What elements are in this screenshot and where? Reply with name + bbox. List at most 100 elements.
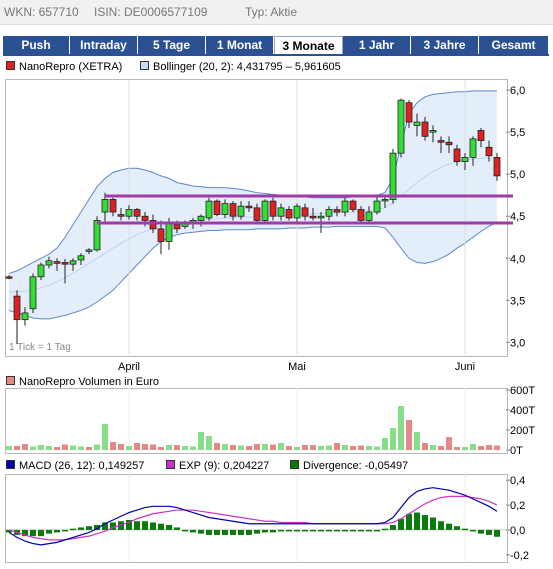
candle-body [469, 138, 477, 158]
x-axis-label: Juni [455, 361, 475, 373]
divergence-bar [166, 524, 172, 530]
divergence-bar [54, 529, 60, 533]
divergence-bar [86, 526, 92, 530]
divergence-bar [182, 529, 188, 532]
candle-body [141, 215, 149, 221]
candle-body [21, 312, 29, 321]
candle-body [357, 209, 365, 221]
volume-bar [254, 444, 260, 450]
volume-bar [262, 444, 268, 450]
divergence-bar [366, 529, 372, 532]
volume-bar [430, 445, 436, 450]
candle-body [5, 276, 13, 279]
candle-body [117, 214, 125, 217]
volume-bar [342, 445, 348, 450]
divergence-bar [198, 529, 204, 534]
y-axis-label: 5,5 [510, 127, 525, 139]
chart-canvas: April Mai Juni 3,0 3,5 4,0 4,5 5,0 5,5 6,0 0T 200T 4… [5, 80, 535, 562]
divergence-bar [406, 513, 412, 530]
candle-body [237, 205, 245, 217]
divergence-bar [78, 527, 84, 530]
candle-body [85, 249, 93, 252]
candle-body [429, 130, 437, 133]
divergence-bar [246, 529, 252, 535]
volume-bar [358, 445, 364, 450]
candle-body [37, 264, 45, 278]
candle-body [61, 262, 69, 265]
volume-bar [6, 446, 12, 450]
volume-bar [398, 406, 404, 450]
divergence-bar [254, 529, 260, 534]
divergence-bar [350, 529, 356, 532]
candle-body [285, 209, 293, 219]
candle-body [381, 199, 389, 202]
volume-bar [318, 446, 324, 450]
volume-bar [198, 432, 204, 450]
candle-body [29, 276, 37, 310]
candle-body [333, 209, 341, 213]
volume-bar [70, 445, 76, 450]
volume-bar [206, 436, 212, 450]
candle-body [213, 200, 221, 215]
candle-body [405, 102, 413, 123]
volume-bar [134, 443, 140, 450]
volume-bar [214, 443, 220, 450]
y-axis-label: 4,0 [510, 253, 525, 265]
volume-bar [182, 446, 188, 450]
x-axis-label: Mai [288, 361, 306, 373]
volume-bar [118, 444, 124, 450]
volume-bar [278, 443, 284, 450]
divergence-bar [414, 512, 420, 530]
divergence-bar [430, 517, 436, 530]
candle-body [373, 200, 381, 213]
volume-bar [302, 445, 308, 450]
volume-bar [390, 428, 396, 450]
volume-bar [166, 445, 172, 450]
candle-body [317, 215, 325, 219]
divergence-bar [222, 529, 228, 535]
candle-body [221, 203, 229, 215]
volume-bar [102, 424, 108, 450]
divergence-bar [262, 529, 268, 533]
divergence-bar [270, 529, 276, 533]
y-axis-label: 5,0 [510, 169, 525, 181]
candle-body [309, 215, 317, 219]
divergence-bar [382, 528, 388, 531]
y-axis-label: 4,5 [510, 211, 525, 223]
divergence-bar [342, 529, 348, 532]
divergence-bar [286, 529, 292, 532]
volume-bar [494, 445, 500, 450]
candle-body [13, 295, 21, 321]
candle-body [461, 156, 469, 162]
candle-body [125, 209, 133, 217]
candle-body [165, 222, 173, 242]
divergence-bar [278, 529, 284, 532]
candle-body [325, 209, 333, 217]
candle-body [109, 199, 117, 213]
candle-body [365, 211, 373, 221]
divergence-bar [374, 529, 380, 532]
volume-bar [294, 447, 300, 450]
divergence-bar [470, 529, 476, 532]
volume-bar [174, 445, 180, 450]
volume-bar [374, 446, 380, 450]
candle-body [341, 200, 349, 213]
volume-bar [246, 446, 252, 450]
candle-body [453, 148, 461, 162]
candle-body [269, 200, 277, 217]
volume-bar [110, 442, 116, 450]
candle-body [197, 215, 205, 221]
volume-bar [158, 447, 164, 450]
divergence-bar [310, 529, 316, 532]
divergence-bar [438, 521, 444, 530]
candle-body [93, 220, 101, 251]
candle-body [101, 199, 109, 213]
divergence-bar [134, 521, 140, 530]
candle-body [277, 207, 285, 217]
volume-bar [334, 443, 340, 450]
candle-body [493, 156, 501, 177]
divergence-bar [142, 521, 148, 530]
candle-body [253, 207, 261, 221]
volume-bar [286, 446, 292, 450]
volume-bar [142, 444, 148, 450]
